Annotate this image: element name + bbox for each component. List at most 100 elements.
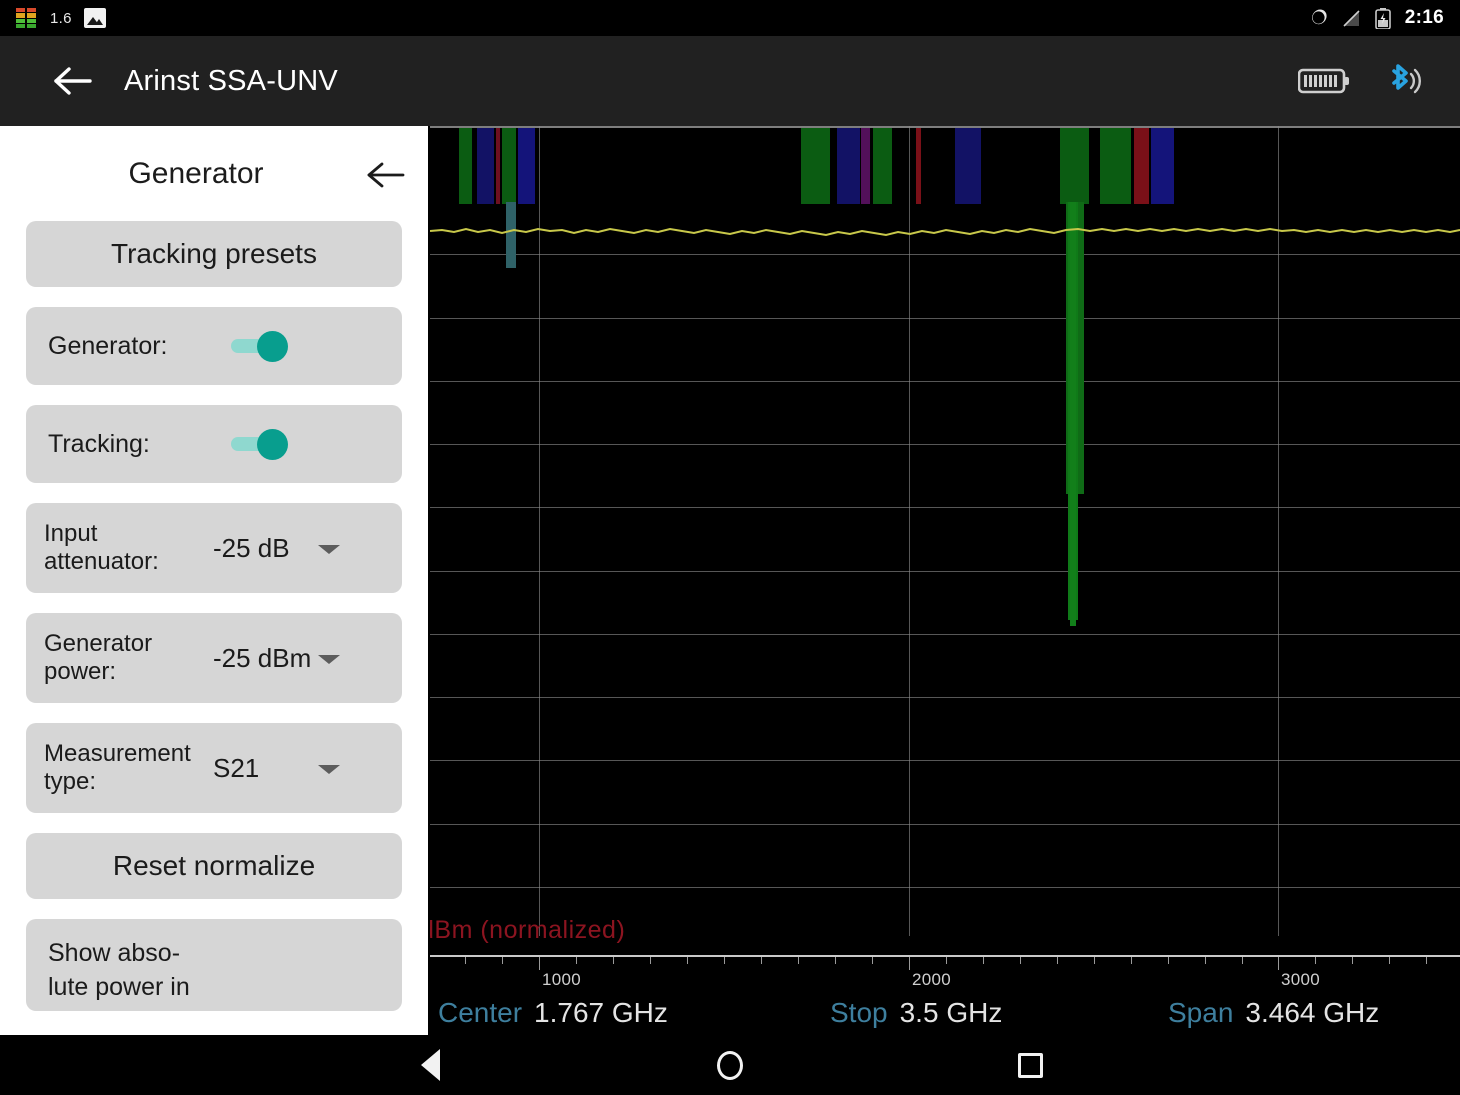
switch-knob [257,331,288,362]
nav-home-icon [717,1051,743,1080]
plot-canvas[interactable] [430,126,1460,936]
axis-tick-minor [1389,957,1390,964]
axis-tick-minor [1315,957,1316,964]
axis-tick-minor [1352,957,1353,964]
spectrum-chart[interactable]: dBm (normalized) [430,126,1460,975]
chevron-down-icon[interactable] [318,545,340,554]
generator-power-value: -25 dBm [213,643,311,674]
battery-charging-icon [1375,8,1391,29]
measurement-type-value: S21 [213,753,259,784]
axis-tick-minor [576,957,577,964]
frequency-readouts: Center 1.767 GHz Stop 3.5 GHz Span 3.464… [430,992,1460,1034]
axis-tick-minor [983,957,984,964]
axis-tick-minor [1020,957,1021,964]
axis-tick-minor [1426,957,1427,964]
tracking-toggle-switch[interactable] [231,429,299,459]
app-bar: Arinst SSA-UNV [0,36,1460,126]
axis-tick-minor [835,957,836,964]
axis-tick-label: 2000 [912,970,951,990]
panel-header: Generator [0,126,428,221]
tracking-presets-button[interactable]: Tracking presets [26,221,402,287]
tracking-toggle-row[interactable]: Tracking: [26,405,402,483]
axis-tick-minor [1205,957,1206,964]
back-arrow-icon[interactable] [50,58,96,104]
axis-tick-minor [650,957,651,964]
status-bar-right: 🔿 2:16 [1311,7,1460,29]
generator-toggle-row[interactable]: Generator: [26,307,402,385]
axis-tick-minor [687,957,688,964]
input-attenuator-select[interactable]: Input attenuator: -25 dB [26,503,402,593]
y-axis-unit-label: dBm (normalized) [430,916,625,945]
show-absolute-power-label-line1: Show abso- [48,939,180,967]
nav-back-icon [421,1049,440,1081]
signal-off-icon [1342,9,1361,28]
x-axis: 1000 2000 3000 [430,955,1460,995]
generator-power-label-line1: Generator [44,630,152,657]
nav-home-button[interactable] [710,1045,750,1085]
nav-back-button[interactable] [410,1045,450,1085]
axis-tick-minor [946,957,947,964]
readout-span[interactable]: Span 3.464 GHz [1168,997,1379,1029]
collapse-left-arrow-icon[interactable] [366,156,406,194]
axis-tick-minor [761,957,762,964]
readout-stop[interactable]: Stop 3.5 GHz [830,997,1002,1029]
nav-recents-icon [1018,1053,1043,1078]
axis-tick-minor [502,957,503,964]
chevron-down-icon[interactable] [318,655,340,664]
readout-span-value: 3.464 GHz [1245,997,1379,1029]
axis-tick-minor [1242,957,1243,964]
axis-tick-minor [465,957,466,964]
input-attenuator-value: -25 dB [213,533,290,564]
panel-title: Generator [0,157,428,191]
readout-stop-key: Stop [830,997,888,1029]
status-bar-clock: 2:16 [1405,7,1444,29]
image-icon [84,8,106,28]
axis-tick-minor [613,957,614,964]
axis-tick-minor [798,957,799,964]
status-bar: 1.6 🔿 2:16 [0,0,1460,36]
chevron-down-icon[interactable] [318,765,340,774]
axis-tick-major [909,957,910,970]
input-attenuator-label-line1: Input [44,520,97,547]
show-absolute-power-row[interactable]: Show abso- lute power in [26,919,402,1011]
trace-line [430,126,1460,936]
readout-stop-value: 3.5 GHz [900,997,1003,1029]
status-bar-left: 1.6 [0,8,106,28]
measurement-type-label-line1: Measurement [44,740,191,767]
axis-tick-label: 3000 [1281,970,1320,990]
show-absolute-power-label: Show abso- lute power in [48,937,190,1005]
axis-tick-major [1278,957,1279,970]
axis-tick-label: 1000 [542,970,581,990]
reset-normalize-button[interactable]: Reset normalize [26,833,402,899]
readout-center[interactable]: Center 1.767 GHz [438,997,668,1029]
generator-panel[interactable]: Generator Tracking presets Generator: Tr… [0,126,428,1035]
axis-tick-minor [1057,957,1058,964]
page-title: Arinst SSA-UNV [124,65,338,98]
axis-tick-minor [872,957,873,964]
measurement-type-label-line2: type: [44,768,96,795]
app-bar-actions [1298,59,1460,103]
tracking-toggle-label: Tracking: [48,430,150,459]
readout-center-key: Center [438,997,522,1029]
android-nav-bar [0,1035,1460,1095]
generator-toggle-switch[interactable] [231,331,299,361]
equalizer-icon [16,8,38,28]
input-attenuator-label-line2: attenuator: [44,548,159,575]
generator-power-label: Generator power: [44,630,209,687]
bluetooth-connected-icon [1380,59,1424,103]
measurement-type-label: Measurement type: [44,740,209,797]
axis-tick-minor [724,957,725,964]
generator-power-select[interactable]: Generator power: -25 dBm [26,613,402,703]
nav-recents-button[interactable] [1010,1045,1050,1085]
axis-tick-minor [1131,957,1132,964]
tracking-presets-label: Tracking presets [111,238,317,270]
axis-tick-major [539,957,540,970]
battery-full-icon [1298,66,1350,96]
generator-power-label-line2: power: [44,658,116,685]
axis-tick-minor [1168,957,1169,964]
switch-knob [257,429,288,460]
axis-rule [430,955,1460,957]
measurement-type-select[interactable]: Measurement type: S21 [26,723,402,813]
reset-normalize-label: Reset normalize [113,850,315,882]
readout-span-key: Span [1168,997,1233,1029]
